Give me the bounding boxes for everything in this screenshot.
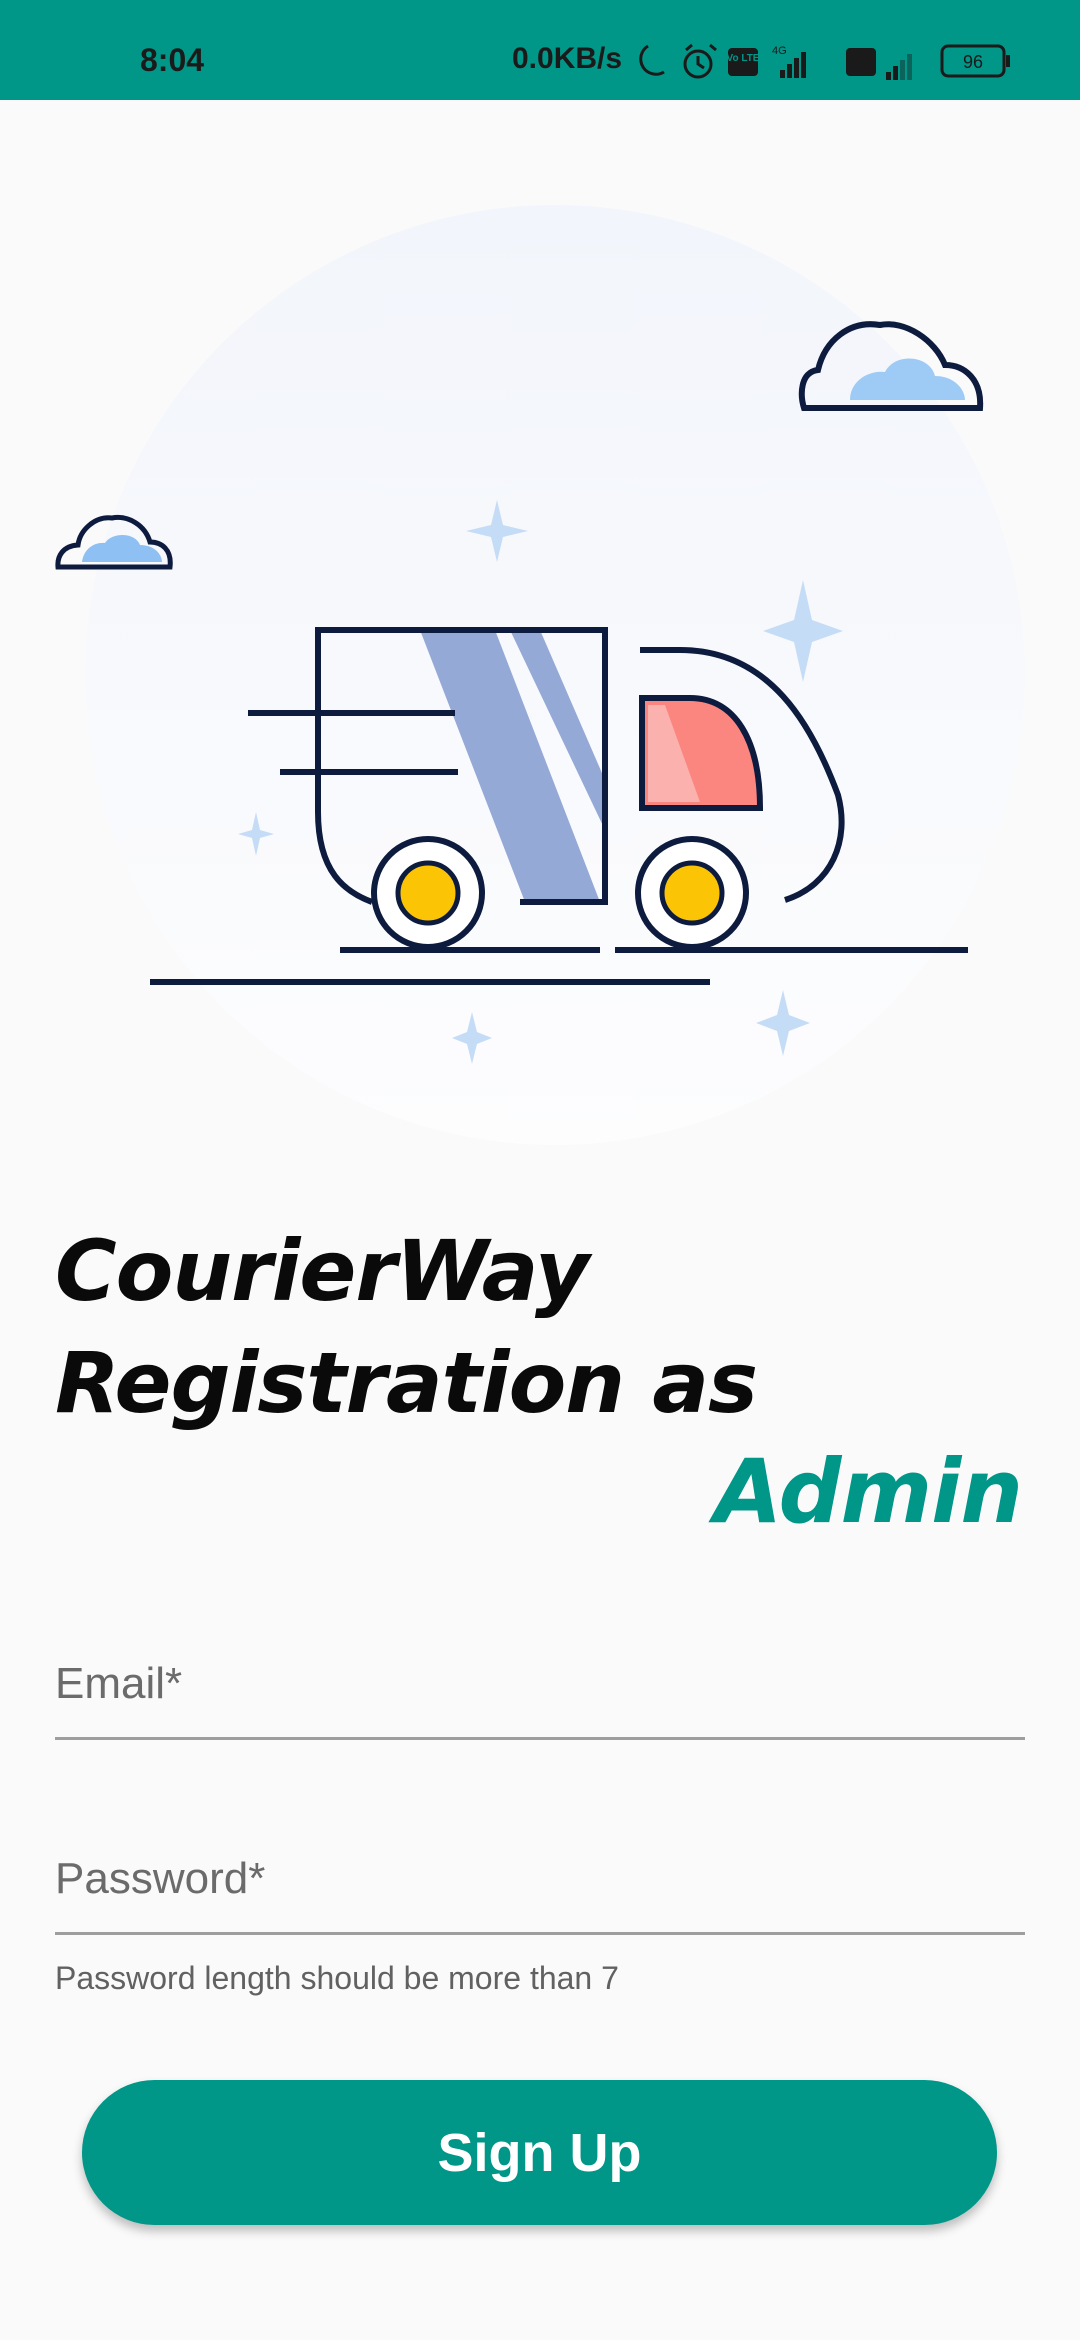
sign-up-button[interactable]: Sign Up bbox=[82, 2080, 997, 2225]
password-helper-text: Password length should be more than 7 bbox=[55, 1960, 619, 1996]
status-icons: Vo LTE 4G 96 bbox=[639, 43, 1010, 80]
email-field[interactable] bbox=[55, 1630, 1025, 1740]
signal-4g-icon: 4G bbox=[772, 45, 806, 78]
battery-icon: 96 bbox=[940, 44, 1010, 78]
hero-illustration bbox=[55, 205, 1025, 1145]
network-speed: 0.0KB/s bbox=[512, 42, 623, 75]
page-title: CourierWay Registration as bbox=[55, 1215, 1035, 1439]
wheel-icon bbox=[635, 836, 749, 950]
status-time: 8:04 bbox=[140, 42, 205, 78]
network-type: 4G bbox=[772, 45, 787, 57]
signal-icon bbox=[886, 54, 912, 80]
volte-icon: Vo LTE bbox=[727, 48, 760, 76]
password-field[interactable] bbox=[55, 1825, 1025, 1935]
title-line-1: CourierWay bbox=[55, 1222, 590, 1320]
status-bar: 8:04 0.0KB/s Vo LTE 4G 96 bbox=[0, 0, 1080, 100]
role-label: Admin bbox=[714, 1440, 1023, 1543]
title-line-2: Registration as bbox=[55, 1334, 758, 1432]
battery-level: 96 bbox=[963, 52, 983, 72]
wheel-icon bbox=[371, 836, 485, 950]
volte-label: Vo LTE bbox=[727, 53, 760, 64]
volte-icon-2 bbox=[846, 48, 876, 76]
alarm-icon bbox=[683, 43, 717, 79]
moon-icon bbox=[639, 44, 665, 76]
